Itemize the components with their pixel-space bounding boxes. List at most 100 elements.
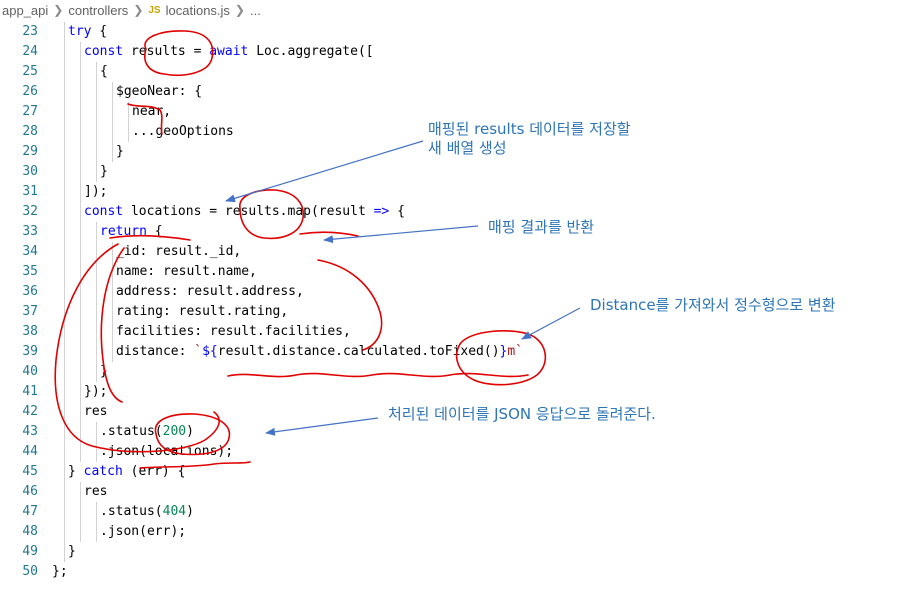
line-number: 44 [22,444,38,459]
indent-guide [80,62,81,82]
code-token: 404 [162,504,187,519]
code-token: rating: result.rating, [116,304,289,319]
breadcrumb-file-locations-js[interactable]: locations.js [166,3,230,18]
code-text: res [84,482,107,502]
code-token: } [68,464,84,479]
indent-guide [64,382,65,402]
indent-guide [64,262,65,282]
annotation-distance-to-integer: Distance를 가져와서 정수형으로 변환 [590,296,836,314]
indent-guide [64,182,65,202]
indent-guide [96,102,97,122]
code-token: $geoNear: { [116,84,203,99]
indent-guide [64,422,65,442]
code-text: .json(locations); [100,442,233,462]
line-number: 45 [22,464,38,479]
indent-guide [80,82,81,102]
code-line[interactable]: 40} [0,362,560,382]
code-line[interactable]: 43 .status(200) [0,422,560,442]
line-number: 26 [22,84,38,99]
code-line[interactable]: 45 } catch (err) { [0,462,560,482]
code-token: facilities: result.facilities, [116,324,351,339]
code-token: _id: result._id, [116,244,242,259]
line-number: 48 [22,524,38,539]
code-token: .status( [100,424,163,439]
annotation-new-array: 매핑된 results 데이터를 저장할 새 배열 생성 [428,120,631,157]
code-line[interactable]: 26 $geoNear: { [0,82,560,102]
indent-guide [64,22,65,42]
indent-guide [80,442,81,462]
indent-guide [96,282,97,302]
indent-guide [80,202,81,222]
indent-guide [80,322,81,342]
code-token: } [116,144,124,159]
indent-guide [96,122,97,142]
indent-guide [96,522,97,542]
code-token: ${ [202,344,218,359]
code-text: .status(404) [100,502,194,522]
line-number: 33 [22,224,38,239]
line-number: 50 [22,564,38,579]
code-editor[interactable]: 23 try {24 const results = await Loc.aggre… [0,22,560,590]
line-number: 28 [22,124,38,139]
indent-guide [64,122,65,142]
code-line[interactable]: 27 near, [0,102,560,122]
code-line[interactable]: 36 address: result.address, [0,282,560,302]
annotation-json-response: 처리된 데이터를 JSON 응답으로 돌려준다. [388,405,656,423]
code-line[interactable]: 30} [0,162,560,182]
indent-guide [80,42,81,62]
indent-guide [96,82,97,102]
code-line[interactable]: 38 facilities: result.facilities, [0,322,560,342]
code-line[interactable]: 41}); [0,382,560,402]
code-text: res [84,402,107,422]
code-line[interactable]: 23 try { [0,22,560,42]
code-line[interactable]: 47 .status(404) [0,502,560,522]
indent-guide [80,522,81,542]
line-number: 42 [22,404,38,419]
code-line[interactable]: 24 const results = await Loc.aggregate([ [0,42,560,62]
code-token: ]); [84,184,108,199]
indent-guide [80,282,81,302]
code-token: m` [507,344,524,359]
breadcrumb-folder-app-api[interactable]: app_api [2,3,48,18]
code-line[interactable]: 44 .json(locations); [0,442,560,462]
code-text: } catch (err) { [68,462,185,482]
code-token: .json(locations); [100,444,234,459]
code-line[interactable]: 39 distance: `${result.distance.calculate… [0,342,560,362]
code-line[interactable]: 33 return { [0,222,560,242]
breadcrumb-folder-controllers[interactable]: controllers [68,3,128,18]
code-line[interactable]: 31]); [0,182,560,202]
code-text: const locations = results.map(result => … [84,202,405,222]
code-line[interactable]: 48 .json(err); [0,522,560,542]
line-number: 27 [22,104,38,119]
indent-guide [80,242,81,262]
code-text: .json(err); [100,522,186,542]
line-number: 38 [22,324,38,339]
line-number: 31 [22,184,38,199]
code-token: name: result.name, [116,264,257,279]
code-line[interactable]: 35 name: result.name, [0,262,560,282]
code-line[interactable]: 34 _id: result._id, [0,242,560,262]
code-token: }); [84,384,108,399]
code-line[interactable]: 46 res [0,482,560,502]
code-line[interactable]: 50}; [0,562,560,582]
code-line[interactable]: 49} [0,542,560,562]
indent-guide [80,222,81,242]
code-text: { [100,62,108,82]
code-token: ...geoOptions [132,124,234,139]
indent-guide [64,282,65,302]
indent-guide [80,182,81,202]
indent-guide [64,82,65,102]
breadcrumb-symbol-trail[interactable]: ... [250,3,261,18]
code-line[interactable]: 37 rating: result.rating, [0,302,560,322]
code-token: ) [186,424,194,439]
code-text: near, [132,102,171,122]
code-token: ) [186,504,194,519]
code-line[interactable]: 25 { [0,62,560,82]
indent-guide [80,102,81,122]
code-line[interactable]: 32 const locations = results.map(result =… [0,202,560,222]
code-text: address: result.address, [116,282,304,302]
indent-guide [112,262,113,282]
line-number: 32 [22,204,38,219]
indent-guide [96,422,97,442]
line-number: 37 [22,304,38,319]
